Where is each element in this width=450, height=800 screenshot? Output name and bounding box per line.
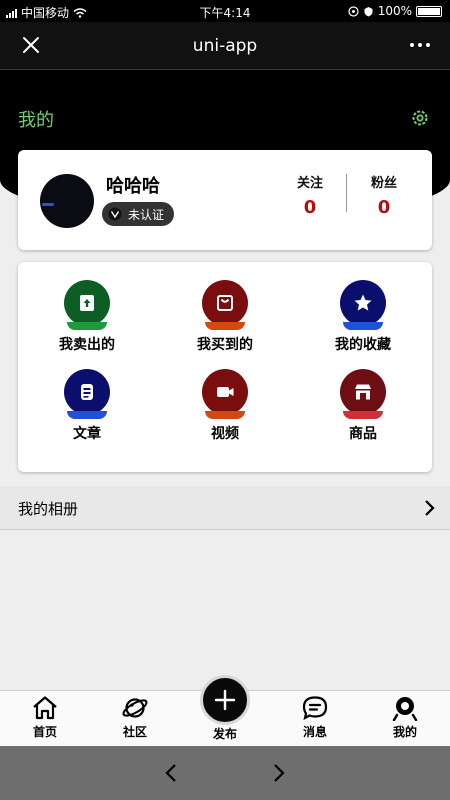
video-icon (202, 369, 248, 419)
tab-home[interactable]: 首页 (10, 695, 80, 740)
star-icon (340, 280, 386, 330)
album-label: 我的相册 (18, 500, 79, 518)
message-icon (302, 696, 328, 721)
stat-value: 0 (377, 197, 391, 218)
grid-label: 文章 (73, 426, 101, 442)
plus-icon (214, 689, 236, 711)
article-icon (64, 369, 110, 419)
grid-label: 我的收藏 (335, 337, 391, 353)
profile-icon (392, 697, 418, 721)
publish-button[interactable] (200, 675, 250, 725)
grid-label: 我卖出的 (59, 337, 115, 353)
status-bar: 中国移动 下午4:14 100% (0, 0, 450, 22)
close-icon[interactable] (20, 34, 42, 56)
grid-label: 商品 (349, 426, 377, 442)
v-icon (108, 207, 122, 221)
grid-item-bought[interactable]: 我买到的 (156, 278, 294, 367)
stat-label: 关注 (296, 176, 323, 191)
gear-icon[interactable] (410, 108, 430, 128)
location-icon (348, 5, 359, 17)
tab-label: 社区 (122, 725, 147, 739)
stat-label: 粉丝 (370, 176, 397, 191)
sold-icon (64, 280, 110, 330)
grid-item-articles[interactable]: 文章 (18, 367, 156, 456)
chevron-right-icon (425, 500, 435, 516)
tab-label: 我的 (392, 725, 417, 739)
stat-value: 0 (303, 197, 317, 218)
grid-label: 视频 (211, 426, 239, 442)
grid-label: 我买到的 (197, 337, 253, 353)
bag-icon (202, 280, 248, 330)
back-arrow-icon[interactable] (162, 762, 180, 784)
grid-item-products[interactable]: 商品 (294, 367, 432, 456)
tab-label: 消息 (302, 725, 327, 739)
tab-messages[interactable]: 消息 (280, 695, 350, 740)
tab-label: 首页 (32, 725, 57, 739)
stat-following[interactable]: 关注 0 (280, 172, 340, 218)
nav-bar: uni-app (0, 22, 450, 70)
tab-community[interactable]: 社区 (100, 695, 170, 740)
tab-label: 发布 (212, 727, 237, 741)
tab-publish[interactable]: 发布 (190, 675, 260, 742)
planet-icon (122, 698, 148, 718)
more-icon[interactable] (406, 34, 434, 56)
forward-arrow-icon[interactable] (270, 762, 288, 784)
battery-percent: 100% (377, 4, 412, 18)
stat-followers[interactable]: 粉丝 0 (354, 172, 414, 218)
nav-title: uni-app (192, 36, 258, 56)
browser-toolbar (0, 746, 450, 800)
grid-item-favorites[interactable]: 我的收藏 (294, 278, 432, 367)
username: 哈哈哈 (106, 176, 160, 197)
badge-label: 未认证 (128, 207, 165, 222)
alarm-icon (364, 6, 373, 16)
page-title: 我的 (18, 110, 54, 131)
tab-bar: 首页 社区 发布 消息 我的 (0, 675, 450, 746)
avatar[interactable] (40, 174, 94, 228)
function-grid: 我卖出的 我买到的 我的收藏 文章 视频 商品 (18, 262, 432, 472)
grid-item-videos[interactable]: 视频 (156, 367, 294, 456)
store-icon (340, 369, 386, 419)
battery-icon (416, 5, 442, 17)
grid-item-sold[interactable]: 我卖出的 (18, 278, 156, 367)
verification-badge[interactable]: 未认证 (102, 202, 175, 226)
tab-profile[interactable]: 我的 (370, 695, 440, 740)
profile-card: 哈哈哈 未认证 关注 0 粉丝 0 (18, 150, 432, 250)
album-row[interactable]: 我的相册 (0, 486, 450, 530)
function-grid-card: 我卖出的 我买到的 我的收藏 文章 视频 商品 (18, 262, 432, 472)
stat-divider (346, 174, 347, 212)
home-icon (33, 696, 57, 720)
